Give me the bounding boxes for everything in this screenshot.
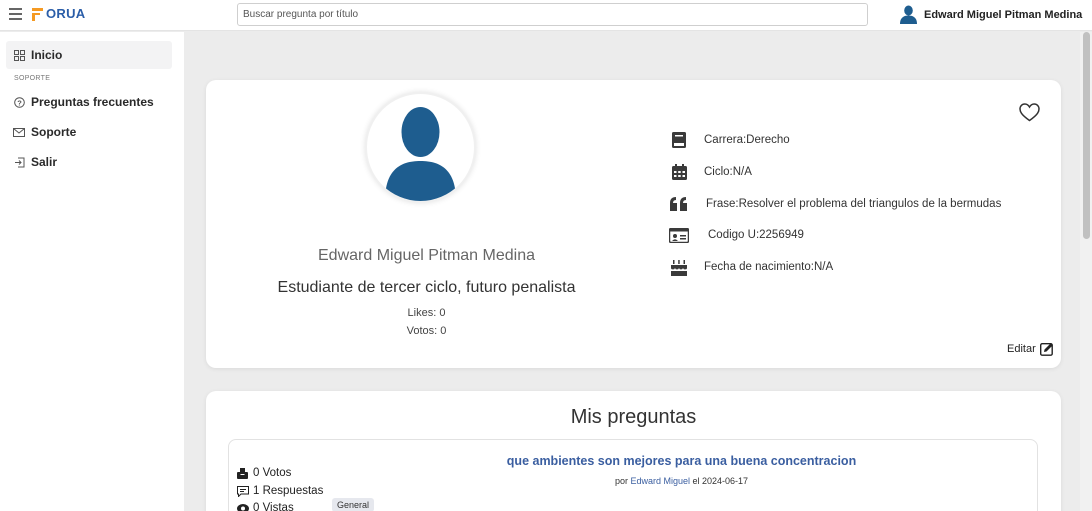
- grid-icon: [13, 49, 25, 61]
- question-item: 0 Votos 1 Respuestas 0 Vistas General qu…: [228, 439, 1038, 511]
- logo-text: ORUA: [46, 6, 86, 21]
- info-nacimiento: Fecha de nacimiento:N/A: [669, 258, 833, 276]
- quote-icon: [669, 195, 689, 213]
- search-input[interactable]: [237, 3, 868, 26]
- edit-label: Editar: [1007, 343, 1036, 355]
- questions-card: Mis preguntas 0 Votos 1 Respuestas 0 Vis…: [206, 391, 1061, 511]
- cake-icon: [669, 258, 689, 276]
- info-carrera: Carrera:Derecho: [669, 131, 790, 149]
- sidebar-item-soporte[interactable]: Soporte: [6, 118, 172, 146]
- info-codigo: Codigo U:2256949: [669, 226, 804, 244]
- top-bar: ORUA Edward Miguel Pitman Medina: [0, 0, 1092, 31]
- mail-icon: [13, 127, 25, 137]
- scrollbar-thumb[interactable]: [1083, 32, 1090, 239]
- sidebar-item-label: Preguntas frecuentes: [31, 95, 154, 109]
- calendar-icon: [669, 163, 689, 181]
- profile-name: Edward Miguel Pitman Medina: [318, 247, 535, 264]
- sidebar-item-label: Salir: [31, 155, 58, 169]
- app-logo[interactable]: ORUA: [32, 6, 85, 21]
- edit-icon: [1039, 343, 1053, 356]
- logo-mark-icon: [32, 7, 43, 21]
- sidebar-item-label: Inicio: [31, 48, 63, 62]
- question-title-link[interactable]: que ambientes son mejores para una buena…: [229, 454, 1092, 468]
- questions-title: Mis preguntas: [570, 406, 697, 428]
- eye-icon: [237, 503, 249, 511]
- svg-text:?: ?: [17, 98, 22, 107]
- hamburger-menu-icon[interactable]: [9, 8, 22, 20]
- profile-likes: Likes: 0: [407, 307, 446, 319]
- user-menu[interactable]: Edward Miguel Pitman Medina: [900, 5, 1082, 24]
- sidebar-item-salir[interactable]: Salir: [6, 148, 172, 176]
- user-avatar-icon: [900, 5, 917, 24]
- sidebar-item-label: Soporte: [31, 125, 77, 139]
- user-name: Edward Miguel Pitman Medina: [924, 8, 1083, 21]
- question-answers: 1 Respuestas: [237, 485, 323, 497]
- sidebar: Inicio SOPORTE ? Preguntas frecuentes So…: [0, 32, 184, 511]
- heart-icon[interactable]: [1019, 103, 1042, 124]
- logout-icon: [13, 157, 25, 168]
- question-tag[interactable]: General: [332, 498, 375, 511]
- edit-button[interactable]: Editar: [1007, 342, 1054, 356]
- sidebar-item-preguntas-frecuentes[interactable]: ? Preguntas frecuentes: [6, 88, 172, 116]
- profile-votes: Votos: 0: [406, 325, 447, 337]
- sidebar-section-label: SOPORTE: [14, 75, 51, 82]
- info-ciclo: Ciclo:N/A: [669, 163, 752, 181]
- question-author-link[interactable]: Edward Miguel: [630, 476, 690, 486]
- book-icon: [669, 131, 689, 149]
- comment-icon: [237, 485, 249, 497]
- help-circle-icon: ?: [13, 96, 25, 108]
- info-frase: Frase:Resolver el problema del triangulo…: [669, 195, 1001, 213]
- question-meta: por Edward Miguel el 2024-06-17: [614, 476, 749, 486]
- profile-description: Estudiante de tercer ciclo, futuro penal…: [277, 279, 576, 296]
- user-avatar-icon: [385, 107, 456, 201]
- profile-card: Edward Miguel Pitman Medina Estudiante d…: [206, 80, 1061, 368]
- id-card-icon: [669, 226, 689, 244]
- sidebar-item-inicio[interactable]: Inicio: [6, 41, 172, 69]
- profile-avatar: [365, 92, 476, 203]
- question-views: 0 Vistas: [237, 502, 294, 511]
